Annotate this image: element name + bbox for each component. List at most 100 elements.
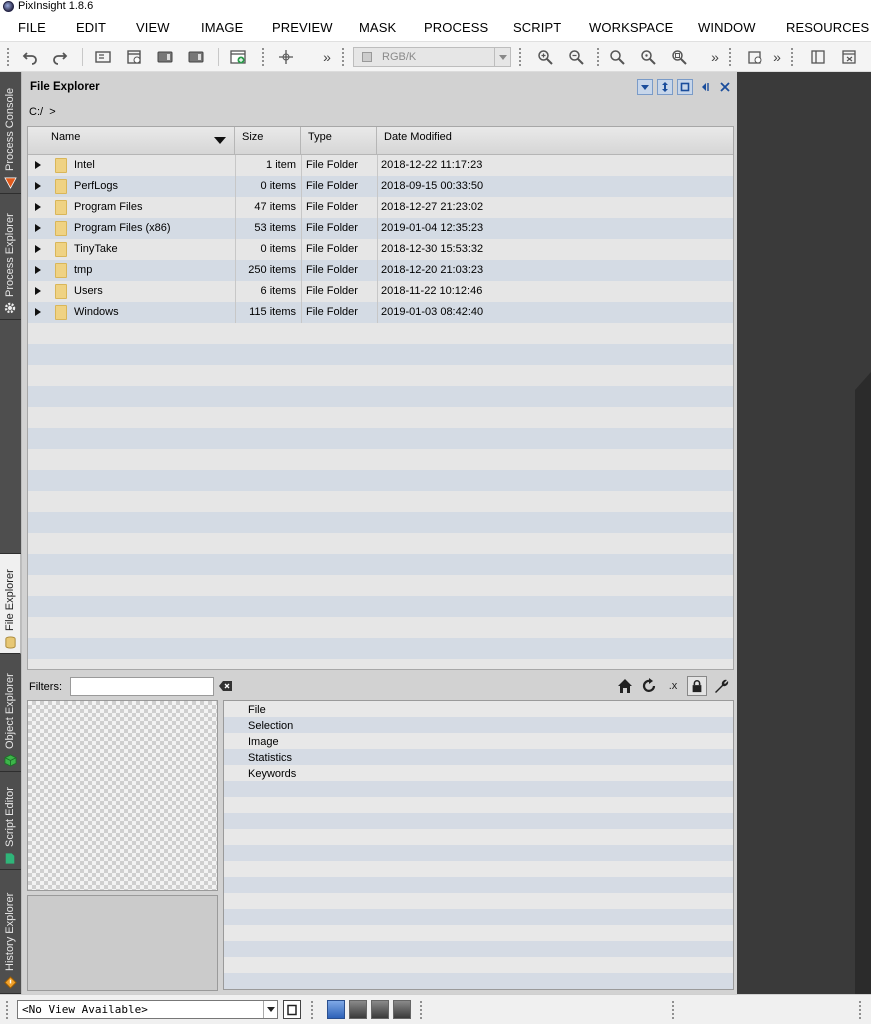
display-channel-blue[interactable]: [393, 1000, 411, 1019]
undo-icon[interactable]: [20, 47, 40, 67]
new-preview-icon[interactable]: [745, 47, 765, 67]
extension-filter-toggle[interactable]: .x: [663, 676, 683, 696]
breadcrumb-separator[interactable]: >: [49, 106, 55, 118]
expand-arrow-icon[interactable]: [35, 161, 41, 169]
expand-arrow-icon[interactable]: [35, 308, 41, 316]
home-icon[interactable]: [615, 676, 635, 696]
expand-arrow-icon[interactable]: [35, 266, 41, 274]
table-row[interactable]: PerfLogs 0 items File Folder 2018-09-15 00:…: [28, 176, 733, 197]
expand-arrow-icon[interactable]: [35, 287, 41, 295]
expand-arrow-icon[interactable]: [35, 224, 41, 232]
table-row[interactable]: Windows 115 items File Folder 2019-01-03 08…: [28, 302, 733, 323]
menu-script[interactable]: SCRIPT: [513, 21, 561, 35]
toolbar-grip[interactable]: [5, 1000, 9, 1020]
breadcrumb-root[interactable]: C:/: [29, 106, 43, 118]
properties-list[interactable]: File Selection Image Statistics Keywords: [223, 700, 734, 990]
menu-preview[interactable]: PREVIEW: [272, 21, 333, 35]
menu-image[interactable]: IMAGE: [201, 21, 243, 35]
refresh-icon[interactable]: [639, 676, 659, 696]
crosshair-icon[interactable]: [276, 47, 296, 67]
view-toggle-icon[interactable]: [283, 1000, 301, 1019]
property-statistics[interactable]: Statistics: [248, 750, 292, 766]
overflow-icon[interactable]: »: [317, 47, 337, 67]
tab-label: Script Editor: [4, 787, 16, 847]
column-header-date[interactable]: Date Modified: [377, 127, 733, 154]
column-header-size[interactable]: Size: [235, 127, 301, 154]
table-row[interactable]: TinyTake 0 items File Folder 2018-12-30 15:…: [28, 239, 733, 260]
menu-edit[interactable]: EDIT: [76, 21, 106, 35]
menu-view[interactable]: VIEW: [136, 21, 170, 35]
menu-process[interactable]: PROCESS: [424, 21, 488, 35]
tab-object-explorer[interactable]: Object Explorer: [0, 654, 21, 772]
workspace-area[interactable]: [737, 72, 871, 994]
property-image[interactable]: Image: [248, 734, 279, 750]
zoom-window-icon[interactable]: [669, 47, 689, 67]
close-all-icon[interactable]: [839, 47, 859, 67]
overflow-icon[interactable]: »: [705, 47, 725, 67]
table-row[interactable]: Users 6 items File Folder 2018-11-22 10:12:…: [28, 281, 733, 302]
tab-history-explorer[interactable]: History Explorer: [0, 870, 21, 994]
collapse-icon[interactable]: [637, 79, 653, 95]
expand-arrow-icon[interactable]: [35, 182, 41, 190]
display-channel-green[interactable]: [371, 1000, 389, 1019]
menu-file[interactable]: FILE: [18, 21, 46, 35]
table-row[interactable]: tmp 250 items File Folder 2018-12-20 21:03:…: [28, 260, 733, 281]
expand-arrow-icon[interactable]: [35, 203, 41, 211]
float-icon[interactable]: [677, 79, 693, 95]
stretch-icon[interactable]: [657, 79, 673, 95]
toolbar-grip[interactable]: [671, 1000, 675, 1020]
menu-resources[interactable]: RESOURCES: [786, 21, 869, 35]
lock-icon[interactable]: [687, 676, 707, 696]
column-header-name[interactable]: Name: [28, 127, 235, 154]
image-info-icon[interactable]: [93, 47, 113, 67]
close-icon[interactable]: [717, 79, 733, 95]
tab-file-explorer[interactable]: File Explorer: [0, 554, 21, 654]
toolbar-grip[interactable]: [518, 47, 522, 67]
redo-icon[interactable]: [50, 47, 70, 67]
file-tree[interactable]: Name Size Type Date Modified Intel 1 item…: [27, 126, 734, 670]
toolbar-grip[interactable]: [728, 47, 732, 67]
zoom-out-icon[interactable]: [566, 47, 586, 67]
save-disk-icon[interactable]: [186, 47, 206, 67]
disk-icon[interactable]: [155, 47, 175, 67]
toolbar-grip[interactable]: [310, 1000, 314, 1020]
toolbar-grip[interactable]: [858, 1000, 862, 1020]
property-file[interactable]: File: [248, 702, 266, 718]
chevron-down-icon[interactable]: [263, 1001, 277, 1018]
toolbar-grip[interactable]: [341, 47, 345, 67]
color-mode-select[interactable]: RGB/K: [353, 47, 511, 67]
tab-process-explorer[interactable]: Process Explorer: [0, 194, 21, 320]
view-selector[interactable]: <No View Available>: [17, 1000, 278, 1019]
overflow-icon[interactable]: »: [767, 47, 787, 67]
menu-window[interactable]: WINDOW: [698, 21, 756, 35]
new-window-icon[interactable]: [124, 47, 144, 67]
clear-filter-icon[interactable]: [219, 680, 233, 692]
tab-process-console[interactable]: Process Console: [0, 72, 21, 194]
menu-mask[interactable]: MASK: [359, 21, 396, 35]
toolbar-grip[interactable]: [6, 47, 10, 67]
expand-arrow-icon[interactable]: [35, 245, 41, 253]
toolbar-grip[interactable]: [419, 1000, 423, 1020]
property-selection[interactable]: Selection: [248, 718, 293, 734]
toolbar-grip[interactable]: [790, 47, 794, 67]
table-row[interactable]: Program Files (x86) 53 items File Folder 20…: [28, 218, 733, 239]
filters-input[interactable]: [70, 677, 214, 696]
display-channel-red[interactable]: [349, 1000, 367, 1019]
zoom-1-1-icon[interactable]: [638, 47, 658, 67]
tab-script-editor[interactable]: Script Editor: [0, 772, 21, 870]
wrench-icon[interactable]: [711, 676, 731, 696]
toolbar-grip[interactable]: [596, 47, 600, 67]
dock-left-icon[interactable]: [697, 79, 713, 95]
zoom-in-icon[interactable]: [535, 47, 555, 67]
table-row[interactable]: Program Files 47 items File Folder 2018-12-…: [28, 197, 733, 218]
property-keywords[interactable]: Keywords: [248, 766, 296, 782]
table-row[interactable]: Intel 1 item File Folder 2018-12-22 11:17:2…: [28, 155, 733, 176]
zoom-fit-icon[interactable]: [607, 47, 627, 67]
chevron-down-icon[interactable]: [494, 48, 510, 66]
panel-toggle-icon[interactable]: [808, 47, 828, 67]
toolbar-grip[interactable]: [261, 47, 265, 67]
column-header-type[interactable]: Type: [301, 127, 377, 154]
display-channel-rgb[interactable]: [327, 1000, 345, 1019]
menu-workspace[interactable]: WORKSPACE: [589, 21, 673, 35]
new-image-icon[interactable]: [228, 47, 248, 67]
